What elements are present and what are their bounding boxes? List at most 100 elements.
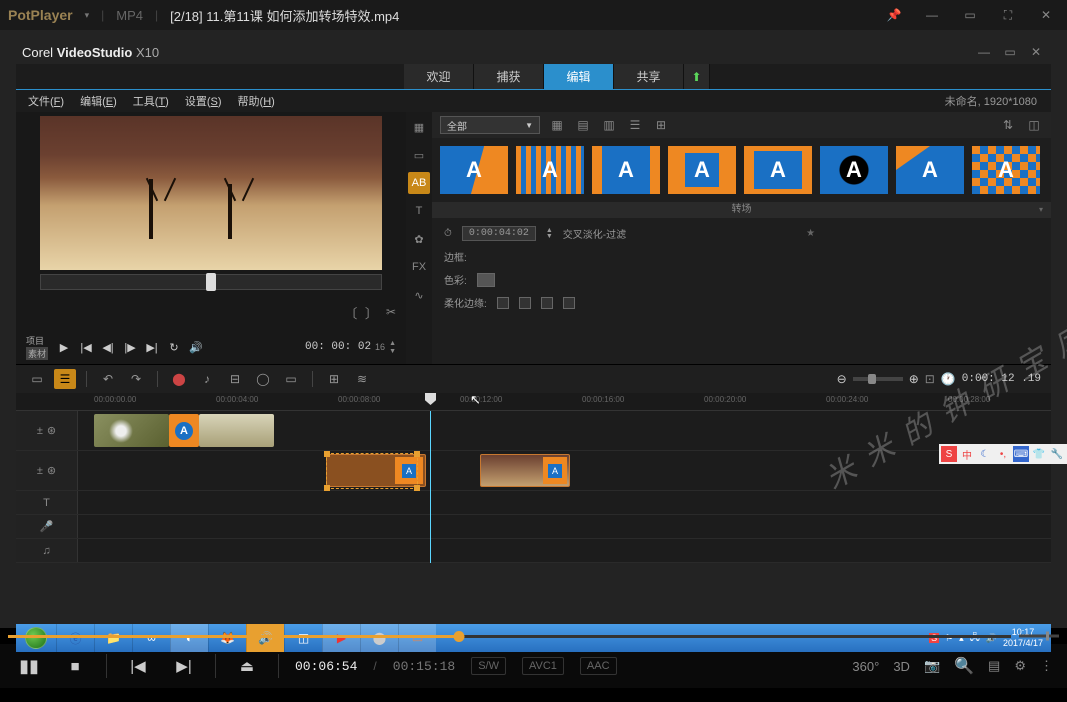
- menu-icon[interactable]: ⋮: [1040, 658, 1053, 674]
- play-icon[interactable]: ▶: [54, 337, 74, 357]
- ime-punct-icon[interactable]: •,: [995, 446, 1011, 462]
- eject-button[interactable]: ⏏: [232, 651, 262, 681]
- zoom-in-icon[interactable]: ⊕: [909, 372, 919, 386]
- ime-tool-icon[interactable]: 🔧: [1049, 446, 1065, 462]
- clip-desert[interactable]: A: [480, 454, 570, 487]
- tab-share[interactable]: 共享: [614, 64, 684, 89]
- transition-thumb[interactable]: A: [440, 146, 508, 194]
- track-header[interactable]: ±⊛: [16, 451, 78, 490]
- soft-option[interactable]: [497, 297, 509, 309]
- transition-thumb[interactable]: A: [516, 146, 584, 194]
- stop-button[interactable]: ■: [60, 651, 90, 681]
- lib-graphic-icon[interactable]: ✿: [408, 228, 430, 250]
- menu-file[interactable]: 文件(F): [20, 93, 72, 109]
- split-icon[interactable]: ✂: [386, 305, 396, 319]
- zoom-slider[interactable]: [853, 377, 903, 381]
- menu-tools[interactable]: 工具(T): [125, 93, 177, 109]
- volume-slider[interactable]: [1019, 635, 1059, 638]
- timeline-ruler[interactable]: 00:00:00.00 00:00:04:00 00:00:08:00 00:0…: [16, 393, 1051, 411]
- tl-motion-icon[interactable]: ≋: [351, 369, 373, 389]
- tl-autodetect-icon[interactable]: ⊟: [224, 369, 246, 389]
- vs-maximize-icon[interactable]: ▭: [1001, 45, 1019, 59]
- goto-start-icon[interactable]: |◀: [76, 337, 96, 357]
- lib-view-icon[interactable]: ◫: [1025, 116, 1043, 134]
- lib-template-icon[interactable]: ▭: [408, 144, 430, 166]
- lib-tool-1-icon[interactable]: ▦: [548, 116, 566, 134]
- search-icon[interactable]: 🔍: [954, 656, 974, 676]
- tab-edit[interactable]: 编辑: [544, 64, 614, 89]
- tl-grid-icon[interactable]: ⊞: [323, 369, 345, 389]
- lib-tool-2-icon[interactable]: ▤: [574, 116, 592, 134]
- track-body[interactable]: [78, 491, 1051, 514]
- sogou-icon[interactable]: S: [941, 446, 957, 462]
- menu-edit[interactable]: 编辑(E): [72, 93, 125, 109]
- capture-icon[interactable]: 📷: [924, 658, 940, 674]
- color-swatch[interactable]: [477, 273, 495, 287]
- favorite-star-icon[interactable]: ★: [806, 228, 815, 239]
- chevron-down-icon[interactable]: ▾: [85, 10, 90, 21]
- lib-path-icon[interactable]: ∿: [408, 284, 430, 306]
- library-category-dropdown[interactable]: 全部▼: [440, 116, 540, 134]
- preview-viewport[interactable]: [40, 116, 382, 270]
- tl-undo-icon[interactable]: ↶: [97, 369, 119, 389]
- tab-export-icon[interactable]: ⬆: [684, 64, 710, 89]
- soft-option[interactable]: [541, 297, 553, 309]
- mark-brackets-icon[interactable]: 〔 〕: [344, 303, 380, 322]
- tab-welcome[interactable]: 欢迎: [404, 64, 474, 89]
- playlist-icon[interactable]: ▤: [988, 658, 1000, 674]
- tl-track-icon[interactable]: ◯: [252, 369, 274, 389]
- loop-icon[interactable]: ↻: [164, 337, 184, 357]
- tl-storyboard-icon[interactable]: ▭: [26, 369, 48, 389]
- transition-thumb[interactable]: A: [744, 146, 812, 194]
- tl-markers-icon[interactable]: ▭: [280, 369, 302, 389]
- clip-orange[interactable]: A: [326, 454, 426, 487]
- lib-tool-3-icon[interactable]: ▥: [600, 116, 618, 134]
- track-header[interactable]: T: [16, 491, 78, 514]
- lib-sort-icon[interactable]: ⇅: [999, 116, 1017, 134]
- soft-option[interactable]: [519, 297, 531, 309]
- tl-record-icon[interactable]: ⬤: [168, 369, 190, 389]
- track-body[interactable]: A A: [78, 451, 1051, 490]
- track-body[interactable]: A: [78, 411, 1051, 450]
- potplayer-name[interactable]: PotPlayer: [8, 7, 73, 23]
- clip-dandelion[interactable]: [94, 414, 169, 447]
- transition-thumb[interactable]: A: [972, 146, 1040, 194]
- next-button[interactable]: ▶|: [169, 651, 199, 681]
- duration-stepper[interactable]: ▲▼: [546, 228, 553, 240]
- settings-icon[interactable]: ⚙: [1014, 658, 1026, 674]
- preview-mode-toggle[interactable]: 项目 素材: [26, 334, 48, 360]
- preview-scrubber[interactable]: [40, 274, 382, 290]
- tl-timeline-icon[interactable]: ☰: [54, 369, 76, 389]
- lib-title-icon[interactable]: T: [408, 200, 430, 222]
- menu-help[interactable]: 帮助(H): [230, 93, 283, 109]
- volume-icon[interactable]: 🔊: [186, 337, 206, 357]
- ime-moon-icon[interactable]: ☾: [977, 446, 993, 462]
- minimize-icon[interactable]: —: [919, 5, 945, 25]
- track-body[interactable]: [78, 539, 1051, 562]
- maximize-icon[interactable]: ▭: [957, 5, 983, 25]
- goto-end-icon[interactable]: ▶|: [142, 337, 162, 357]
- track-body[interactable]: [78, 515, 1051, 538]
- soft-option[interactable]: [563, 297, 575, 309]
- vcodec-badge[interactable]: AVC1: [522, 657, 564, 675]
- transition-duration[interactable]: 0:00:04:02: [462, 226, 536, 241]
- progress-handle[interactable]: [454, 631, 465, 642]
- ime-skin-icon[interactable]: 👕: [1031, 446, 1047, 462]
- vs-minimize-icon[interactable]: —: [975, 45, 993, 59]
- potplayer-progress[interactable]: [0, 628, 1067, 644]
- zoom-fit-icon[interactable]: ⊡: [925, 372, 935, 386]
- step-fwd-icon[interactable]: |▶: [120, 337, 140, 357]
- acodec-badge[interactable]: AAC: [580, 657, 617, 675]
- transition-thumb[interactable]: A: [668, 146, 736, 194]
- pause-button[interactable]: ▮▮: [14, 651, 44, 681]
- track-header[interactable]: 🎤: [16, 515, 78, 538]
- menu-settings[interactable]: 设置(S): [177, 93, 230, 109]
- ime-toolbar[interactable]: S 中 ☾ •, ⌨ 👕 🔧: [939, 444, 1067, 464]
- decoder-badge[interactable]: S/W: [471, 657, 506, 675]
- track-header[interactable]: ♫: [16, 539, 78, 562]
- tl-mixer-icon[interactable]: ♪: [196, 369, 218, 389]
- vr-icon[interactable]: 360°: [852, 659, 879, 674]
- clip-trees[interactable]: [199, 414, 274, 447]
- lib-tool-5-icon[interactable]: ⊞: [652, 116, 670, 134]
- scrubber-handle[interactable]: [206, 273, 216, 291]
